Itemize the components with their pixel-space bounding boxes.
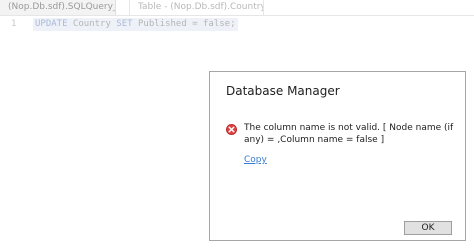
tab-label: (Nop.Db.sdf).SQLQuery_1 <box>8 2 116 12</box>
ok-button[interactable]: OK <box>404 221 452 235</box>
error-icon <box>226 124 237 135</box>
error-message: The column name is not valid. [ Node nam… <box>244 123 454 145</box>
tab-sqlquery-1[interactable]: (Nop.Db.sdf).SQLQuery_1 <box>0 0 116 15</box>
table-name: Country <box>67 19 117 29</box>
sql-statement: UPDATE Country SET Published = false; <box>33 18 238 31</box>
assignment: Published = false; <box>132 19 236 29</box>
dialog-title: Database Manager <box>226 84 340 98</box>
document-tab-bar: (Nop.Db.sdf).SQLQuery_1 Table - (Nop.Db.… <box>0 0 474 16</box>
tab-table-country[interactable]: Table - (Nop.Db.sdf).Country <box>129 0 264 15</box>
error-dialog: Database Manager The column name is not … <box>209 71 466 241</box>
code-line: 1 UPDATE Country SET Published = false; <box>0 18 238 31</box>
tab-label: Table - (Nop.Db.sdf).Country <box>138 2 264 12</box>
keyword-update: UPDATE <box>35 19 68 29</box>
keyword-set: SET <box>116 19 133 29</box>
line-number: 1 <box>11 19 17 29</box>
copy-link[interactable]: Copy <box>244 155 267 165</box>
